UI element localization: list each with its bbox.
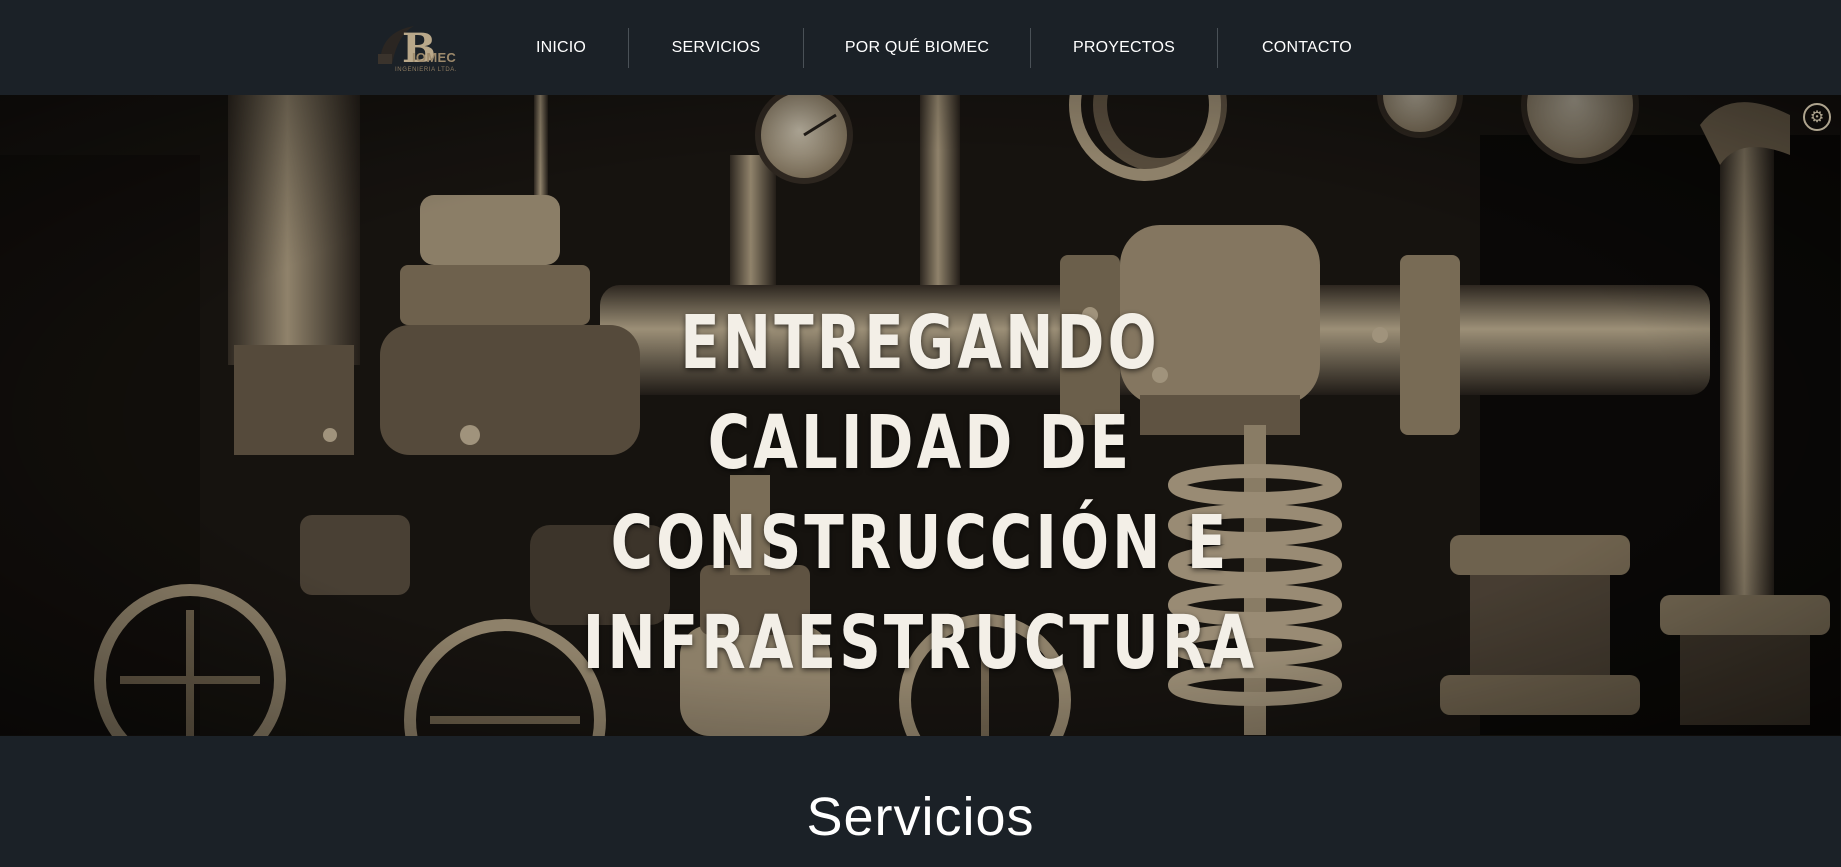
nav-item-por-que-biomec[interactable]: POR QUÉ BIOMEC [804, 29, 1030, 67]
hero-headline-line: CONSTRUCCIÓN E [610, 500, 1230, 586]
gear-icon[interactable]: ⚙ [1803, 103, 1831, 131]
site-header: B IOMEC INGENIERIA LTDA. INICIO SERVICIO… [0, 0, 1841, 95]
page: B IOMEC INGENIERIA LTDA. INICIO SERVICIO… [0, 0, 1841, 867]
nav-item-proyectos[interactable]: PROYECTOS [1031, 29, 1217, 67]
nav-item-servicios[interactable]: SERVICIOS [629, 29, 803, 67]
nav-item-contacto[interactable]: CONTACTO [1218, 29, 1396, 67]
logo-text: IOMEC [412, 50, 457, 65]
services-heading: Servicios [806, 787, 1035, 847]
hero-headline-line: ENTREGANDO CALIDAD DE [680, 300, 1160, 486]
nav-item-inicio[interactable]: INICIO [494, 29, 628, 67]
services-section: Servicios [0, 736, 1841, 867]
logo-subtitle: INGENIERIA LTDA. [395, 67, 458, 73]
hero-banner: ENTREGANDO CALIDAD DE CONSTRUCCIÓN E INF… [0, 95, 1841, 736]
hero-headline: ENTREGANDO CALIDAD DE CONSTRUCCIÓN E INF… [530, 293, 1310, 693]
main-nav: INICIO SERVICIOS POR QUÉ BIOMEC PROYECTO… [494, 0, 1396, 95]
biomec-logo[interactable]: B IOMEC INGENIERIA LTDA. [376, 22, 482, 78]
hero-headline-line: INFRAESTRUCTURA [582, 600, 1258, 686]
